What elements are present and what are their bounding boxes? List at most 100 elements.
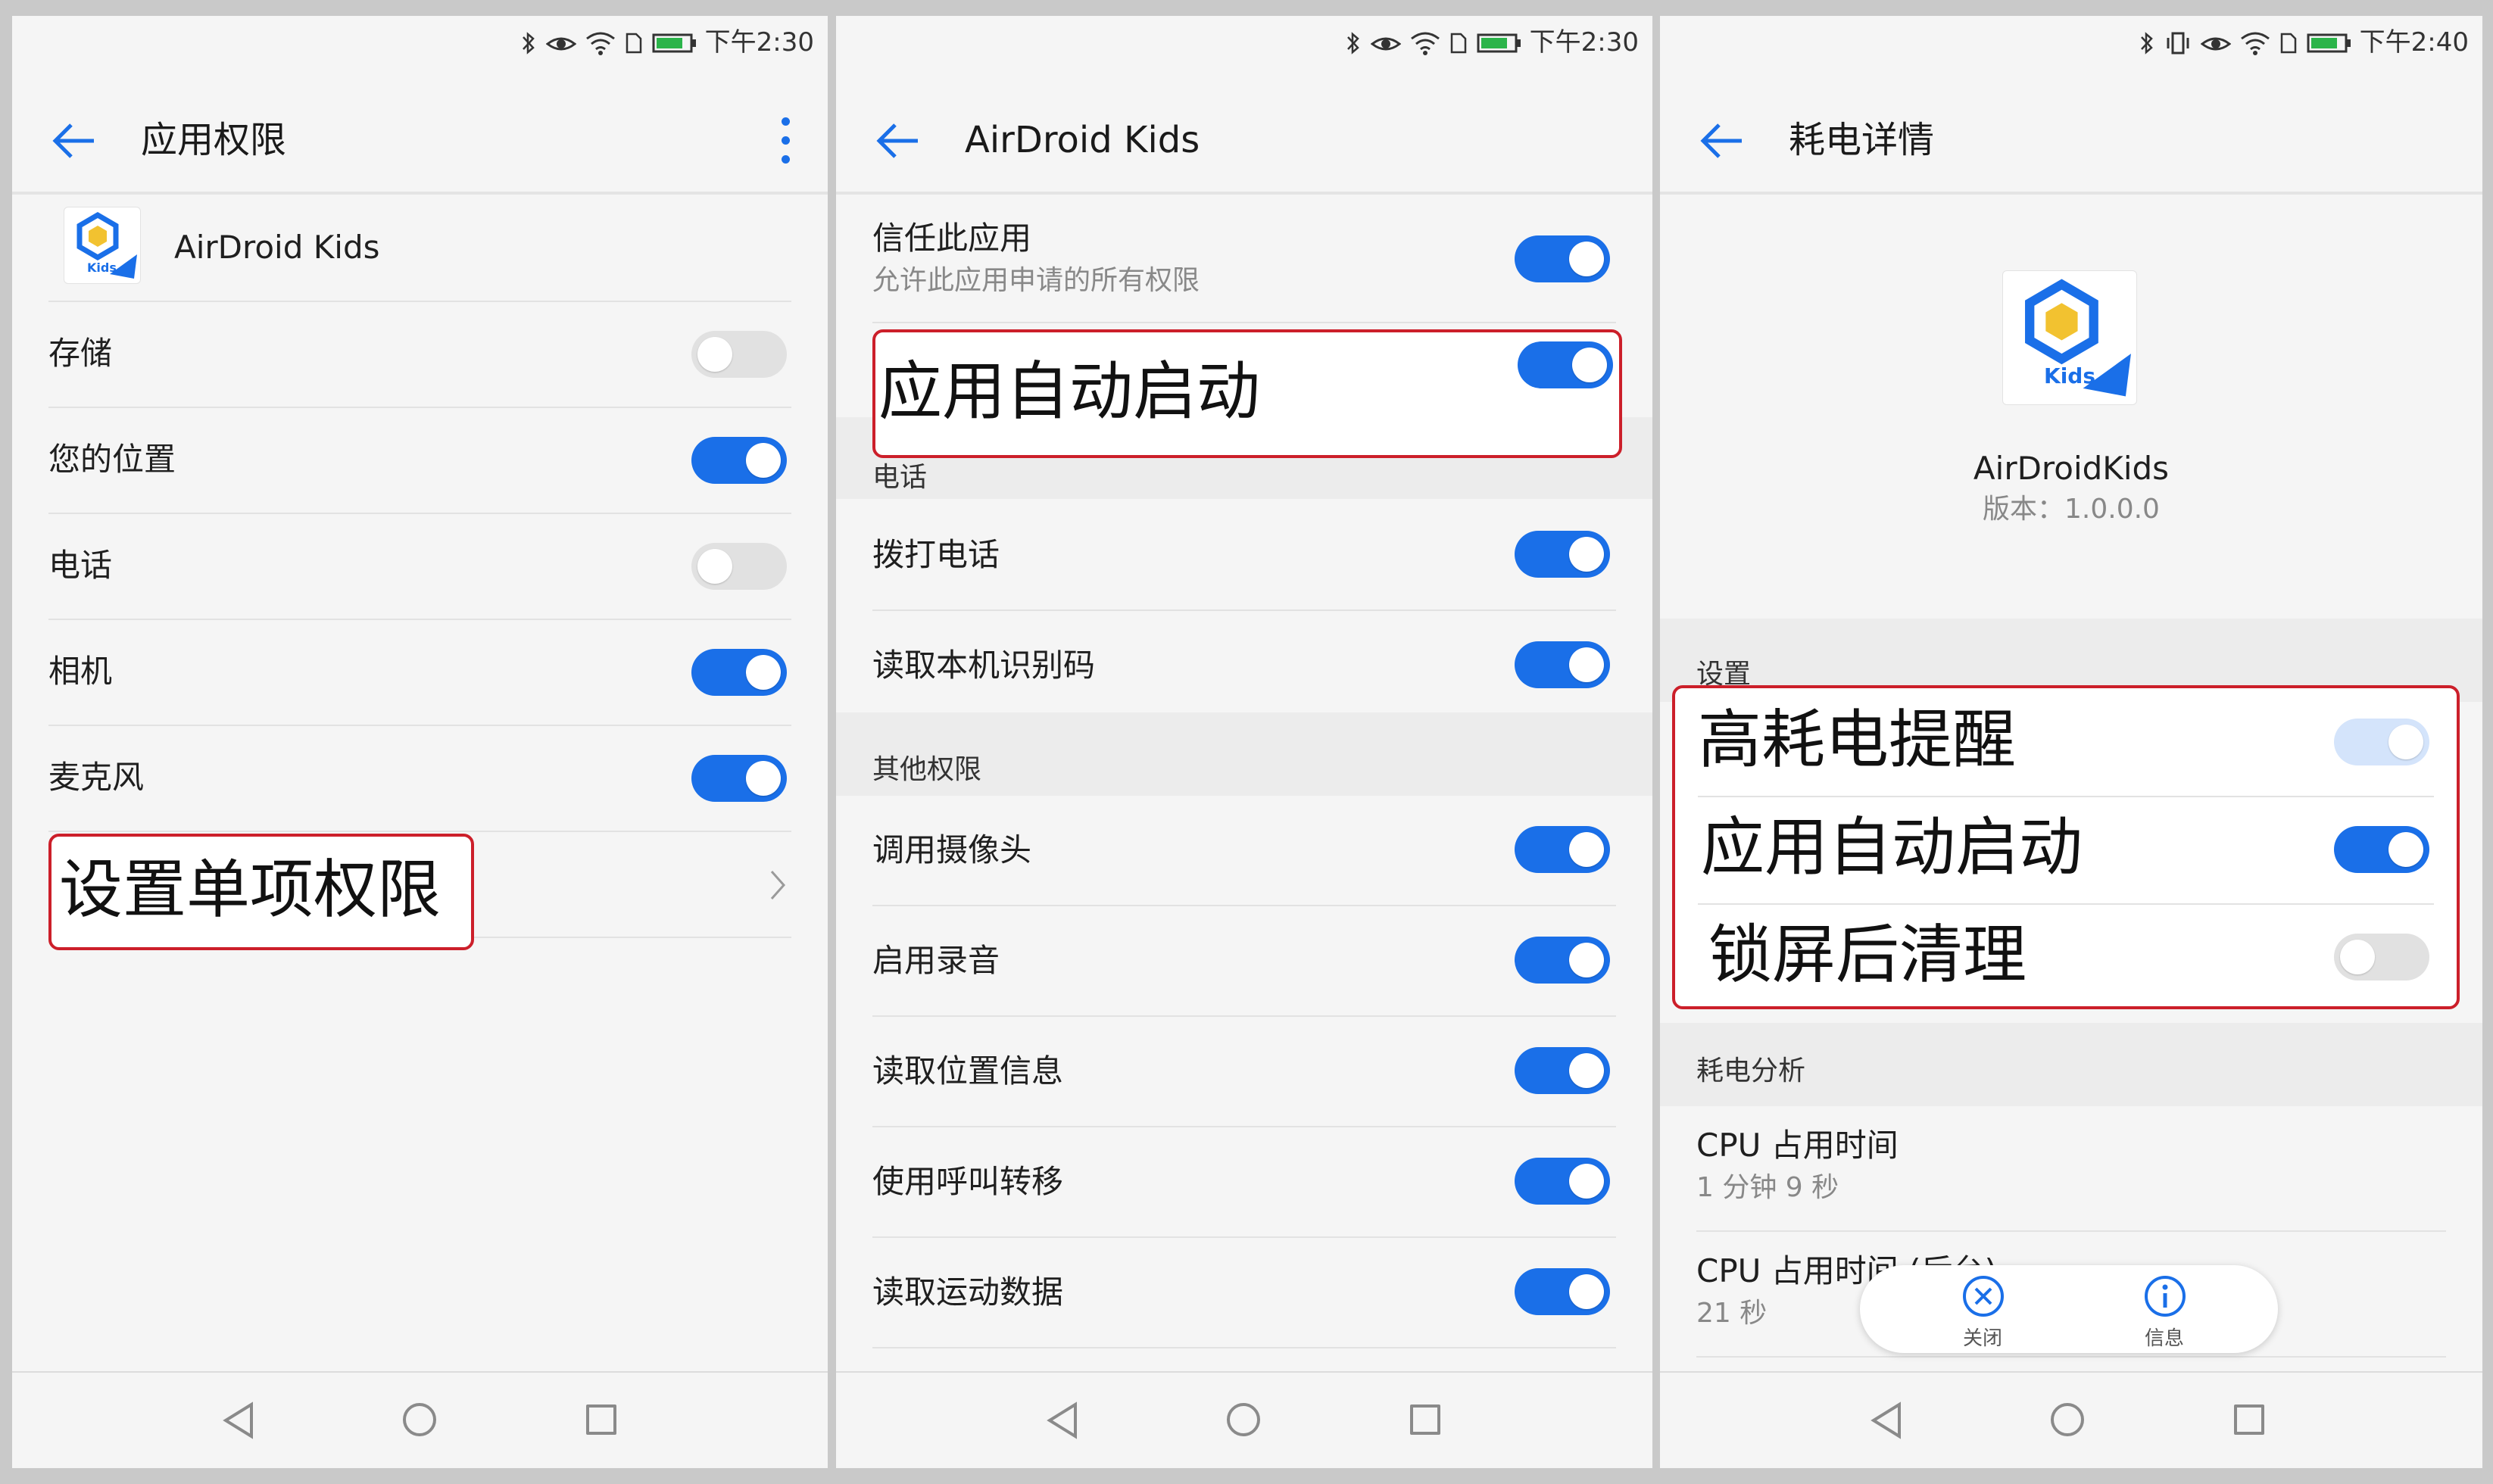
- settings-highlight: 高耗电提醒 应用自动启动 锁屏后清理: [1672, 685, 2460, 1009]
- nav-recents-icon[interactable]: [586, 1404, 616, 1435]
- eye-comfort-icon: [1371, 37, 1401, 51]
- app-logo-icon: Kids: [2002, 270, 2137, 405]
- record-toggle[interactable]: [1515, 937, 1610, 984]
- nav-home-icon[interactable]: [403, 1403, 436, 1436]
- auto-start-row[interactable]: 应用自动启动: [1698, 796, 2434, 905]
- permission-row-call[interactable]: 拨打电话: [872, 500, 1616, 611]
- single-permission-highlight[interactable]: 设置单项权限: [48, 834, 474, 950]
- battery-charging-icon: [652, 33, 696, 53]
- permission-label: 读取本机识别码: [872, 647, 1096, 684]
- info-label: 信息: [2144, 1327, 2184, 1350]
- auto-start-toggle[interactable]: [2334, 826, 2429, 873]
- nav-back-icon[interactable]: [1045, 1401, 1078, 1439]
- app-logo-text: Kids: [87, 260, 117, 275]
- more-options-icon[interactable]: [779, 117, 791, 164]
- bluetooth-icon: [2141, 32, 2153, 55]
- motion-toggle[interactable]: [1515, 1268, 1610, 1315]
- eye-comfort-icon: [2201, 37, 2231, 51]
- chevron-right-icon: [770, 871, 786, 899]
- camera-toggle[interactable]: [691, 649, 787, 696]
- page-title: 应用权限: [141, 119, 287, 161]
- call-toggle[interactable]: [1515, 531, 1610, 578]
- permission-label: 电话: [48, 547, 113, 584]
- location-toggle[interactable]: [691, 437, 787, 484]
- permission-label: 读取运动数据: [872, 1274, 1064, 1311]
- auto-start-label: 应用自动启动: [1701, 810, 2083, 884]
- permission-row-device-id[interactable]: 读取本机识别码: [872, 611, 1616, 720]
- analysis-section-header: 耗电分析: [1660, 1023, 2482, 1106]
- location-toggle[interactable]: [1515, 1047, 1610, 1094]
- permission-label: 调用摄像头: [872, 831, 1032, 868]
- clock: 下午2:30: [1529, 27, 1639, 58]
- app-name: AirDroidKids: [1973, 450, 2170, 487]
- nav-home-icon[interactable]: [2051, 1403, 2084, 1436]
- close-icon: [1963, 1276, 2004, 1317]
- close-label: 关闭: [1962, 1327, 2002, 1350]
- permission-label: 拨打电话: [872, 536, 1000, 573]
- autostart-label: 应用自动启动: [878, 354, 1261, 429]
- sim-card-icon: [626, 33, 642, 54]
- cpu-background-value: 21 秒: [1696, 1298, 1768, 1329]
- section-label: 其他权限: [872, 754, 982, 785]
- microphone-toggle[interactable]: [691, 755, 787, 802]
- status-bar: 下午2:40: [1660, 16, 2482, 70]
- autostart-toggle[interactable]: [1518, 341, 1613, 388]
- app-bar: 应用权限: [12, 70, 828, 195]
- back-arrow-icon[interactable]: [1698, 117, 1745, 164]
- device-id-toggle[interactable]: [1515, 641, 1610, 688]
- close-button[interactable]: 关闭: [1945, 1271, 2020, 1350]
- nav-home-icon[interactable]: [1227, 1403, 1260, 1436]
- nav-back-icon[interactable]: [221, 1401, 254, 1439]
- floating-action-bar: 关闭 信息: [1860, 1265, 2278, 1353]
- permission-row-record[interactable]: 启用录音: [872, 906, 1616, 1017]
- permission-row-call-forward[interactable]: 使用呼叫转移: [872, 1127, 1616, 1238]
- back-arrow-icon[interactable]: [50, 117, 97, 164]
- permission-row-camera[interactable]: 调用摄像头: [872, 796, 1616, 906]
- phone-toggle[interactable]: [691, 543, 787, 590]
- navigation-bar: [1660, 1371, 2482, 1468]
- permission-row-camera[interactable]: 相机: [48, 620, 791, 726]
- app-permissions-screen: 下午2:30 应用权限 Kids AirDroid Kids 存储 您的位置 电…: [12, 16, 828, 1468]
- status-bar: 下午2:30: [836, 16, 1652, 70]
- trust-app-description: 允许此应用申请的所有权限: [872, 265, 1200, 296]
- high-drain-alert-row[interactable]: 高耗电提醒: [1698, 688, 2434, 797]
- permission-label: 麦克风: [48, 759, 145, 796]
- battery-charging-icon: [1477, 33, 1521, 53]
- cpu-time-value: 1 分钟 9 秒: [1696, 1172, 1839, 1203]
- high-drain-alert-label: 高耗电提醒: [1698, 703, 2017, 777]
- call-forward-toggle[interactable]: [1515, 1158, 1610, 1205]
- nav-recents-icon[interactable]: [1410, 1404, 1440, 1435]
- section-label: 电话: [872, 462, 928, 493]
- lock-clean-row[interactable]: 锁屏后清理: [1698, 903, 2434, 1009]
- eye-comfort-icon: [546, 37, 576, 51]
- other-section-header: 其他权限: [836, 712, 1652, 796]
- lock-clean-toggle[interactable]: [2334, 934, 2429, 980]
- permission-row-microphone[interactable]: 麦克风: [48, 726, 791, 832]
- clock: 下午2:30: [704, 27, 814, 58]
- trust-app-label: 信任此应用: [872, 220, 1032, 257]
- permission-row-storage[interactable]: 存储: [48, 302, 791, 408]
- permission-row-phone[interactable]: 电话: [48, 514, 791, 620]
- storage-toggle[interactable]: [691, 331, 787, 378]
- sim-card-icon: [1450, 33, 1467, 54]
- app-detail-screen: 下午2:30 AirDroid Kids 信任此应用 允许此应用申请的所有权限 …: [836, 16, 1652, 1468]
- trust-app-row[interactable]: 信任此应用 允许此应用申请的所有权限: [872, 196, 1616, 323]
- back-arrow-icon[interactable]: [874, 117, 921, 164]
- trust-app-toggle[interactable]: [1515, 235, 1610, 282]
- wifi-icon: [586, 32, 615, 55]
- info-button[interactable]: 信息: [2126, 1271, 2202, 1350]
- permission-row-location[interactable]: 读取位置信息: [872, 1017, 1616, 1127]
- permission-label: 读取位置信息: [872, 1052, 1064, 1090]
- page-title: 耗电详情: [1789, 119, 1935, 161]
- app-header: Kids AirDroid Kids: [48, 195, 791, 302]
- app-bar: AirDroid Kids: [836, 70, 1652, 195]
- nav-back-icon[interactable]: [1869, 1401, 1902, 1439]
- wifi-icon: [1411, 32, 1440, 55]
- bluetooth-icon: [523, 32, 535, 55]
- camera-toggle[interactable]: [1515, 826, 1610, 873]
- permission-row-location[interactable]: 您的位置: [48, 408, 791, 514]
- nav-recents-icon[interactable]: [2234, 1404, 2264, 1435]
- autostart-highlight[interactable]: 应用自动启动: [872, 329, 1622, 458]
- permission-row-motion[interactable]: 读取运动数据: [872, 1238, 1616, 1348]
- status-bar: 下午2:30: [12, 16, 828, 70]
